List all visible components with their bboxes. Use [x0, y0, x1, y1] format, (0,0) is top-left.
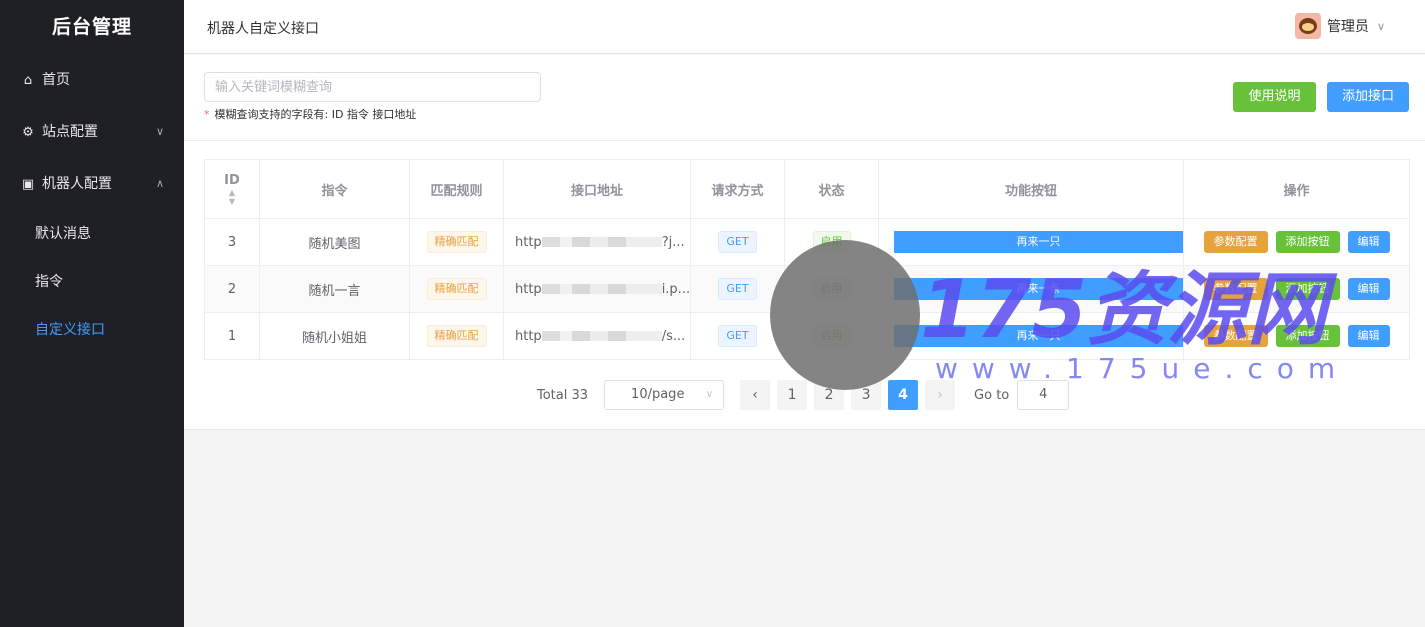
sidebar-item-label: 机器人配置	[42, 176, 112, 192]
cell-command: 随机一言	[259, 265, 410, 313]
gear-icon: ⚙	[22, 125, 34, 140]
search-hint-text: 模糊查询支持的字段有: ID 指令 接口地址	[214, 108, 417, 121]
page-size-select[interactable]: 10/page ∨	[604, 380, 725, 410]
sidebar-item-robot-config[interactable]: ▣ 机器人配置 ∧	[0, 158, 184, 210]
column-header-status: 状态	[784, 159, 879, 219]
search-hint: * 模糊查询支持的字段有: ID 指令 接口地址	[204, 106, 416, 122]
method-tag: GET	[718, 325, 757, 347]
url-text: i.p...	[661, 281, 691, 297]
rule-tag: 精确匹配	[426, 325, 487, 347]
prev-page-button[interactable]: ‹	[740, 380, 771, 410]
top-header: 机器人自定义接口 管理员 ∨	[184, 0, 1425, 54]
edit-button[interactable]: 编辑	[1347, 325, 1390, 347]
redacted-url	[541, 284, 662, 294]
page-size-value: 10/page	[631, 387, 685, 402]
table-header-row: ID ▲ ▼ 指令 匹配规则 接口地址 请求方式 状态 功能按钮 操作	[204, 159, 1410, 219]
column-header-rule: 匹配规则	[409, 159, 504, 219]
chevron-down-icon: ∨	[705, 389, 714, 400]
goto-label: Go to	[974, 387, 1010, 403]
column-header-url: 接口地址	[503, 159, 691, 219]
sidebar-item-site-config[interactable]: ⚙ 站点配置 ∨	[0, 106, 184, 158]
avatar	[1294, 13, 1321, 39]
url-text: /s...	[661, 328, 686, 344]
sidebar-subitem-custom-api[interactable]: 自定义接口	[0, 306, 184, 354]
required-star: *	[204, 108, 210, 121]
cell-url: http/s...	[503, 312, 691, 360]
page-title: 机器人自定义接口	[207, 21, 319, 37]
user-menu[interactable]: 管理员 ∨	[1294, 13, 1385, 39]
sidebar-subitem-default-message[interactable]: 默认消息	[0, 210, 184, 258]
help-button[interactable]: 使用说明	[1233, 82, 1316, 112]
watermark-brand: 175资源网	[920, 263, 1327, 356]
cell-url: http ?j...	[503, 218, 691, 266]
cell-rule: 精确匹配	[409, 218, 504, 266]
rule-tag: 精确匹配	[426, 231, 487, 253]
add-api-button[interactable]: 添加接口	[1327, 82, 1409, 112]
robot-icon: ▣	[21, 177, 35, 192]
method-tag: GET	[718, 278, 757, 300]
total-count: Total 33	[537, 387, 589, 403]
sort-icon[interactable]: ▲ ▼	[206, 188, 259, 206]
toolbar: * 模糊查询支持的字段有: ID 指令 接口地址 使用说明 添加接口	[184, 55, 1425, 141]
column-header-method: 请求方式	[690, 159, 785, 219]
edit-button[interactable]: 编辑	[1347, 231, 1390, 253]
url-text: http	[515, 328, 542, 344]
rule-tag: 精确匹配	[426, 278, 487, 300]
redacted-url	[541, 331, 662, 341]
sidebar-item-label: 站点配置	[42, 124, 98, 140]
cell-id: 1	[204, 312, 260, 360]
cell-command: 随机小姐姐	[259, 312, 410, 360]
redacted-url	[541, 237, 662, 247]
chevron-down-icon: ∨	[155, 125, 164, 138]
search-input[interactable]	[204, 72, 541, 102]
sidebar-item-home[interactable]: ⌂ 首页	[0, 54, 184, 106]
cell-id: 3	[204, 218, 260, 266]
column-header-function: 功能按钮	[878, 159, 1184, 219]
method-tag: GET	[718, 231, 757, 253]
url-text: ?j...	[661, 234, 685, 250]
chevron-up-icon: ∧	[155, 177, 164, 190]
url-text: http	[515, 234, 542, 250]
user-name: 管理员	[1326, 19, 1369, 35]
sidebar-item-label: 首页	[42, 72, 70, 88]
cell-rule: 精确匹配	[409, 265, 504, 313]
watermark-panda-logo	[770, 240, 920, 390]
app-logo: 后台管理	[51, 16, 132, 38]
sidebar: 后台管理 ⌂ 首页 ⚙ 站点配置 ∨ ▣ 机器人配置 ∧ 默认消息 指令 自定义接口	[0, 0, 184, 627]
edit-button[interactable]: 编辑	[1347, 278, 1390, 300]
column-header-label: ID	[224, 172, 240, 188]
home-icon: ⌂	[23, 73, 33, 88]
page-button[interactable]: 1	[777, 380, 808, 410]
column-header-command: 指令	[259, 159, 410, 219]
cell-method: GET	[690, 218, 785, 266]
chevron-down-icon: ∨	[1376, 19, 1385, 33]
cell-id: 2	[204, 265, 260, 313]
page-button-current[interactable]: 4	[888, 380, 919, 410]
cell-url: http i.p...	[503, 265, 691, 313]
sidebar-subitem-commands[interactable]: 指令	[0, 258, 184, 306]
cell-rule: 精确匹配	[409, 312, 504, 360]
column-header-id[interactable]: ID ▲ ▼	[204, 159, 260, 219]
column-header-actions: 操作	[1183, 159, 1410, 219]
url-text: http	[515, 281, 542, 297]
watermark-url: www.175ue.com	[935, 352, 1350, 385]
cell-command: 随机美图	[259, 218, 410, 266]
